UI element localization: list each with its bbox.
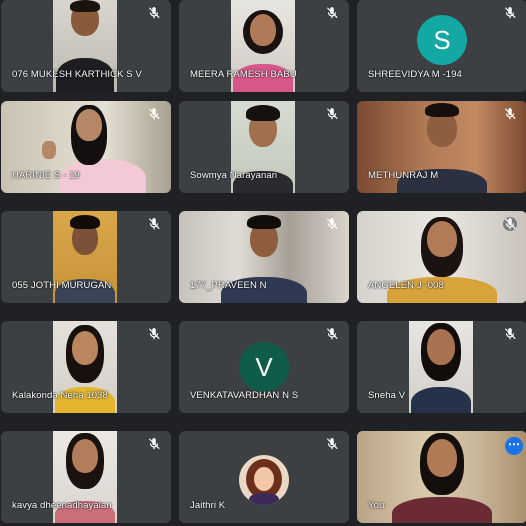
avatar xyxy=(239,455,289,505)
participant-name: 055 JOTHI MURUGAN xyxy=(12,280,112,291)
participant-tile-venkatavardhan[interactable]: V VENKATAVARDHAN N S xyxy=(179,321,349,413)
participant-name: Sneha V xyxy=(368,390,406,401)
participant-name: SHREEVIDYA M -194 xyxy=(368,69,462,80)
participant-name: kavya dheenadhayalan xyxy=(12,500,112,511)
participant-tile-sneha[interactable]: Sneha V xyxy=(357,321,526,413)
mic-off-icon xyxy=(147,437,161,451)
mic-off-icon xyxy=(503,327,517,341)
participant-name: VENKATAVARDHAN N S xyxy=(190,390,299,401)
mic-off-icon xyxy=(147,327,161,341)
mic-off-icon xyxy=(325,437,339,451)
avatar: V xyxy=(239,342,289,392)
participant-tile-kavya[interactable]: kavya dheenadhayalan xyxy=(1,431,171,523)
participant-tile-mukesh[interactable]: 076 MUKESH KARTHICK S V xyxy=(1,0,171,92)
video-feed xyxy=(409,321,473,413)
participant-tile-harinie[interactable]: HARINIE S - 19 xyxy=(1,101,171,193)
participant-tile-praveen[interactable]: 177_PRAVEEN N xyxy=(179,211,349,303)
participant-tile-sowmya[interactable]: Sowmya Narayanan xyxy=(179,101,349,193)
mic-off-icon xyxy=(503,107,517,121)
participant-name: Jaithri K xyxy=(190,500,226,511)
more-options-icon[interactable]: ⋯ xyxy=(505,437,523,455)
participant-tile-methunraj[interactable]: METHUNRAJ M xyxy=(357,101,526,193)
participant-name: MEERA RAMESH BABU xyxy=(190,69,297,80)
participant-tile-angelen[interactable]: ANGELEN J -008 xyxy=(357,211,526,303)
mic-off-icon xyxy=(147,217,161,231)
mic-off-icon xyxy=(147,107,161,121)
participant-tile-neha[interactable]: Kalakonda Neha 1038 xyxy=(1,321,171,413)
participant-tile-jaithri[interactable]: Jaithri K xyxy=(179,431,349,523)
mic-off-icon xyxy=(325,107,339,121)
mic-off-icon xyxy=(325,6,339,20)
participant-name: ANGELEN J -008 xyxy=(368,280,444,291)
participant-tile-self[interactable]: You ⋯ xyxy=(357,431,526,523)
participant-name: 076 MUKESH KARTHICK S V xyxy=(12,69,142,80)
participant-name: Kalakonda Neha 1038 xyxy=(12,390,108,401)
participant-tile-shreevidya[interactable]: S SHREEVIDYA M -194 xyxy=(357,0,526,92)
mic-off-icon xyxy=(503,217,517,231)
participant-tile-meera[interactable]: MEERA RAMESH BABU xyxy=(179,0,349,92)
mic-off-icon xyxy=(147,6,161,20)
participant-grid: 076 MUKESH KARTHICK S V MEERA RAMESH BAB… xyxy=(0,0,526,526)
mic-off-icon xyxy=(325,217,339,231)
avatar: S xyxy=(417,15,467,66)
mic-off-icon xyxy=(325,327,339,341)
participant-tile-jothi[interactable]: 055 JOTHI MURUGAN xyxy=(1,211,171,303)
participant-name: 177_PRAVEEN N xyxy=(190,280,267,291)
participant-name: METHUNRAJ M xyxy=(368,170,439,181)
participant-name: You xyxy=(368,500,385,511)
mic-off-icon xyxy=(503,6,517,20)
participant-name: HARINIE S - 19 xyxy=(12,170,80,181)
participant-name: Sowmya Narayanan xyxy=(190,170,278,181)
